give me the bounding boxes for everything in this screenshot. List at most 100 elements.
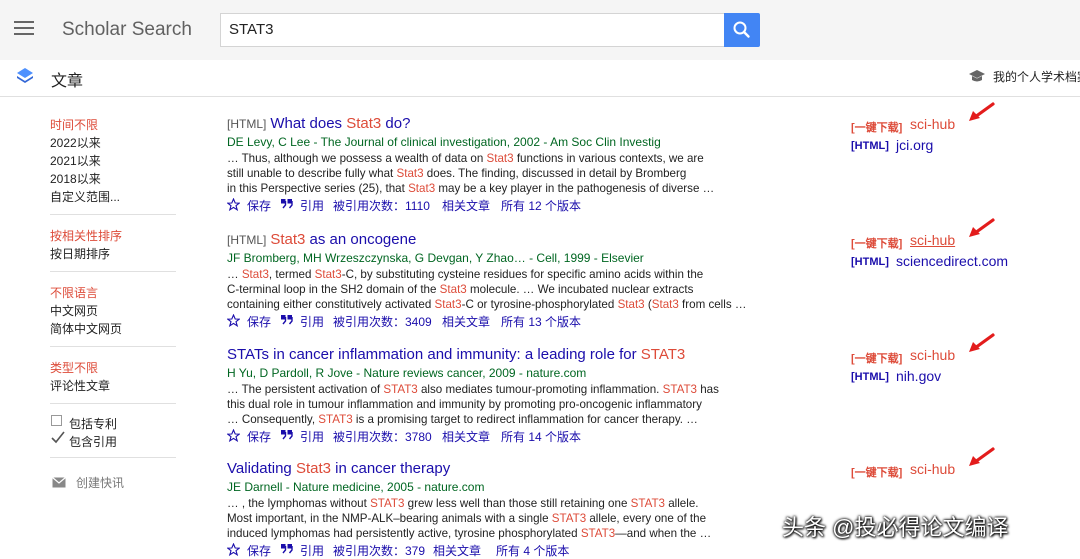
save-link[interactable]: 保存 — [247, 542, 271, 559]
sci-hub-link[interactable]: sci-hub — [910, 116, 955, 132]
result-snippet-line: … Thus, although we possess a wealth of … — [227, 152, 704, 165]
result-title-link[interactable]: Validating Stat3 in cancer therapy — [227, 460, 450, 477]
highlighted-term: STAT3 — [580, 527, 616, 540]
stacked-diamond-icon — [17, 68, 33, 83]
result-snippet-line: still unable to describe fully what Stat… — [227, 167, 687, 180]
result-title-link[interactable]: STATs in cancer inflammation and immunit… — [227, 346, 685, 363]
sci-hub-link[interactable]: sci-hub — [910, 232, 955, 248]
related-articles-link[interactable]: 相关文章 — [442, 197, 490, 214]
sidebar-divider — [50, 214, 176, 215]
result-snippet-line: containing either constitutively activat… — [227, 298, 747, 311]
filter-simplified-chinese[interactable]: 简体中文网页 — [50, 320, 122, 337]
sci-hub-link[interactable]: sci-hub — [910, 461, 955, 477]
one-click-download-label[interactable]: [一键下载] — [851, 350, 902, 366]
filter-custom-range[interactable]: 自定义范围... — [50, 188, 120, 205]
quote-icon[interactable] — [280, 429, 293, 441]
all-versions-link[interactable]: 所有 12 个版本 — [501, 197, 581, 214]
save-link[interactable]: 保存 — [247, 313, 271, 330]
related-articles-link[interactable]: 相关文章 — [433, 542, 481, 559]
star-icon[interactable] — [227, 543, 240, 556]
filter-since-2021[interactable]: 2021以来 — [50, 152, 101, 169]
sort-by-date[interactable]: 按日期排序 — [50, 245, 110, 262]
star-icon[interactable] — [227, 198, 240, 211]
highlighted-term: Stat3 — [434, 298, 462, 311]
highlighted-term: Stat3 — [486, 152, 514, 165]
cited-by-link[interactable]: 被引用次数：1110 — [333, 197, 430, 214]
sci-hub-link[interactable]: sci-hub — [910, 347, 955, 363]
cite-link[interactable]: 引用 — [300, 197, 324, 214]
cited-by-link[interactable]: 被引用次数：3780 — [333, 428, 432, 445]
all-versions-link[interactable]: 所有 14 个版本 — [501, 428, 581, 445]
result-title-link[interactable]: [HTML] What does Stat3 do? — [227, 115, 410, 132]
quote-icon[interactable] — [280, 543, 293, 555]
quote-icon[interactable] — [280, 314, 293, 326]
highlighted-term: STAT3 — [662, 383, 697, 396]
all-versions-link[interactable]: 所有 4 个版本 — [496, 542, 569, 559]
magnifier-icon — [733, 21, 750, 38]
highlighted-term: STAT3 — [640, 346, 686, 363]
save-link[interactable]: 保存 — [247, 428, 271, 445]
sidebar-divider — [50, 271, 176, 272]
highlighted-term: Stat3 — [241, 268, 269, 281]
filter-any-time[interactable]: 时间不限 — [50, 116, 98, 133]
include-patents-checkbox[interactable] — [51, 415, 62, 426]
articles-section-label[interactable]: 文章 — [51, 67, 83, 91]
one-click-download-label[interactable]: [一键下载] — [851, 464, 902, 480]
result-snippet-line: induced lymphomas had persistently activ… — [227, 527, 712, 540]
include-patents-label[interactable]: 包括专利 — [69, 415, 117, 432]
checkmark-icon[interactable] — [51, 431, 65, 444]
related-articles-link[interactable]: 相关文章 — [442, 313, 490, 330]
sidebar-divider — [50, 403, 176, 404]
html-format-tag: [HTML] — [851, 256, 889, 268]
result-snippet-line: this dual role in tumour inflammation an… — [227, 398, 702, 411]
one-click-download-label[interactable]: [一键下载] — [851, 119, 902, 135]
highlighted-term: Stat3 — [295, 460, 331, 477]
hamburger-icon[interactable] — [14, 20, 34, 36]
red-arrow-icon — [969, 447, 995, 466]
include-citations-label[interactable]: 包含引用 — [69, 433, 117, 450]
filter-since-2022[interactable]: 2022以来 — [50, 134, 101, 151]
highlighted-term: Stat3 — [617, 298, 645, 311]
cite-link[interactable]: 引用 — [300, 428, 324, 445]
highlighted-term: STAT3 — [383, 383, 418, 396]
highlighted-term: STAT3 — [630, 497, 665, 510]
one-click-download-label[interactable]: [一键下载] — [851, 235, 902, 251]
save-link[interactable]: 保存 — [247, 197, 271, 214]
create-alert-link[interactable]: 创建快讯 — [76, 474, 124, 491]
html-format-tag: [HTML] — [227, 117, 267, 131]
red-arrow-icon — [969, 102, 995, 121]
highlighted-term: Stat3 — [314, 268, 342, 281]
result-snippet-line: C-terminal loop in the SH2 domain of the… — [227, 283, 694, 296]
filter-review-articles[interactable]: 评论性文章 — [50, 377, 110, 394]
red-arrow-icon — [969, 218, 995, 237]
cite-link[interactable]: 引用 — [300, 313, 324, 330]
cited-by-link[interactable]: 被引用次数：3409 — [333, 313, 432, 330]
fulltext-source-link[interactable]: sciencedirect.com — [896, 253, 1008, 269]
envelope-icon — [52, 477, 66, 488]
brand-title[interactable]: Scholar Search — [62, 19, 192, 41]
filter-any-type[interactable]: 类型不限 — [50, 359, 98, 376]
result-title-link[interactable]: [HTML] Stat3 as an oncogene — [227, 231, 416, 248]
filter-chinese-pages[interactable]: 中文网页 — [50, 302, 98, 319]
highlighted-term: STAT3 — [551, 512, 587, 525]
related-articles-link[interactable]: 相关文章 — [442, 428, 490, 445]
search-input[interactable]: STAT3 — [220, 13, 725, 47]
fulltext-source-link[interactable]: nih.gov — [896, 368, 941, 384]
star-icon[interactable] — [227, 314, 240, 327]
star-icon[interactable] — [227, 429, 240, 442]
result-authors: DE Levy, C Lee - The Journal of clinical… — [227, 135, 661, 149]
result-snippet-line: … Stat3, termed Stat3-C, by substituting… — [227, 268, 704, 281]
quote-icon[interactable] — [280, 198, 293, 210]
my-profile-link[interactable]: 我的个人学术档案 — [993, 68, 1080, 85]
filter-any-language[interactable]: 不限语言 — [50, 284, 98, 301]
fulltext-source-link[interactable]: jci.org — [896, 137, 933, 153]
html-format-tag: [HTML] — [851, 371, 889, 383]
cite-link[interactable]: 引用 — [300, 542, 324, 559]
sort-by-relevance[interactable]: 按相关性排序 — [50, 227, 122, 244]
filter-since-2018[interactable]: 2018以来 — [50, 170, 101, 187]
search-button[interactable] — [724, 13, 760, 47]
all-versions-link[interactable]: 所有 13 个版本 — [501, 313, 581, 330]
cited-by-link[interactable]: 被引用次数：379 — [333, 542, 425, 559]
highlighted-term: Stat3 — [439, 283, 467, 296]
result-authors: JE Darnell - Nature medicine, 2005 - nat… — [227, 480, 485, 494]
